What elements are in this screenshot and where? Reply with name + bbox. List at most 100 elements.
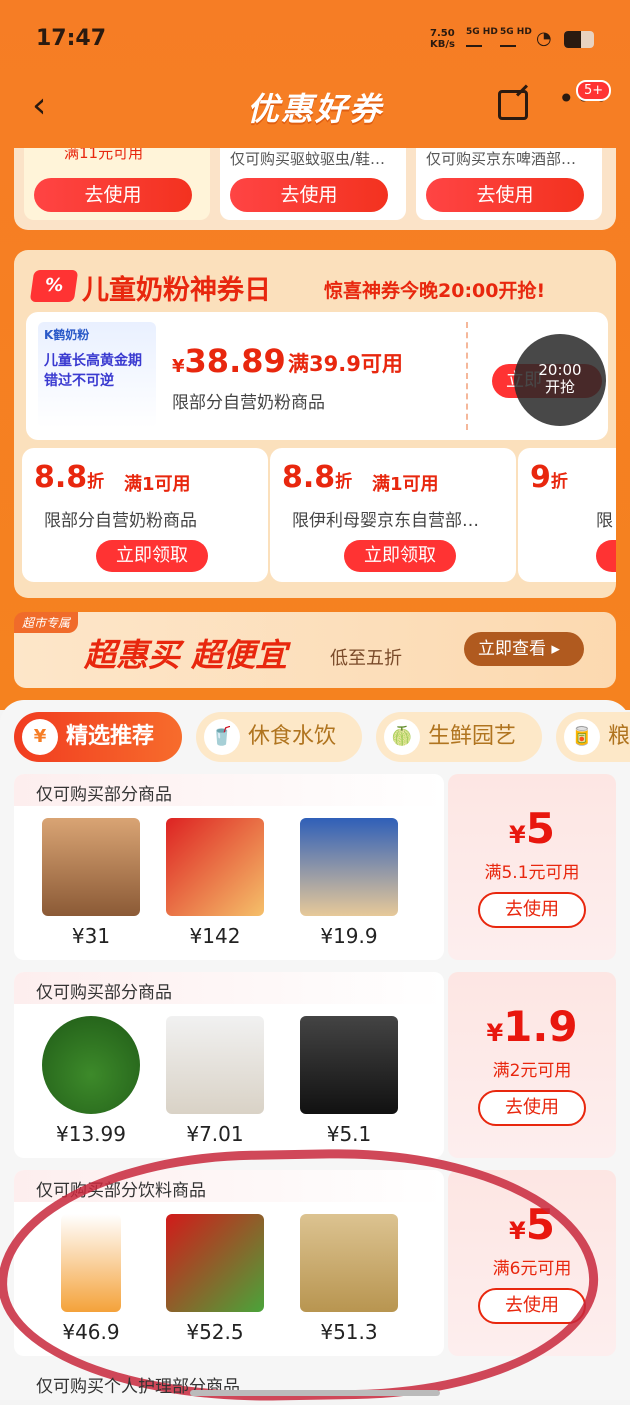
coupon-condition: 满2元可用 (492, 1061, 572, 1081)
signal-1-label: 5G HD (466, 27, 498, 37)
supermarket-sub: 低至五折 (330, 648, 402, 669)
signal-2: 5G HD (500, 28, 532, 50)
product-price: ¥7.01 (186, 1122, 244, 1146)
use-button[interactable]: 去使用 (478, 892, 586, 928)
milk-section-hint: 惊喜神券今晚20:00开抢! (324, 280, 546, 302)
coupon-row: 仅可购买部分商品 ¥31 ¥142 ¥19.9 ¥5 满5.1元可用 去使用 (14, 774, 616, 960)
coupon-value-panel: ¥5 满5.1元可用 去使用 (448, 774, 616, 960)
product-item[interactable]: ¥5.1 (294, 1016, 404, 1156)
tab-featured[interactable]: ¥ 精选推荐 (14, 712, 182, 762)
discount-value: 9折 (530, 460, 568, 495)
claim-button[interactable]: 立即领取 (96, 540, 208, 572)
tab-label: 生鲜园艺 (428, 724, 517, 749)
net-speed: 7.50 KB/s (430, 28, 455, 50)
product-item[interactable]: ¥31 (36, 818, 146, 958)
top-coupon-card: 仅可购买驱蚊驱虫/鞋… 去使用 (220, 148, 406, 220)
use-button[interactable]: 去使用 (34, 178, 192, 212)
supermarket-tag: 超市专属 (14, 612, 79, 633)
product-price: ¥142 (189, 924, 241, 948)
use-button[interactable]: 去使用 (478, 1090, 586, 1126)
signal-2-label: 5G HD (500, 27, 532, 37)
product-item[interactable]: ¥7.01 (160, 1016, 270, 1156)
supermarket-slogan: 超惠买 超便宜 (84, 636, 288, 674)
product-image (300, 818, 398, 916)
net-speed-unit: KB/s (430, 39, 455, 50)
top-coupon-desc: 满11元可用 (64, 148, 144, 162)
claim-button[interactable]: 立即领取 (344, 540, 456, 572)
supermarket-banner[interactable]: 超市专属 超惠买 超便宜 低至五折 立即查看 ▸ (14, 612, 616, 688)
coupon-amount-value: 5 (525, 804, 555, 853)
percent-icon: % (29, 270, 79, 302)
durian-icon: 🍈 (384, 719, 420, 755)
discount-number: 8.8 (34, 460, 88, 495)
coupon-condition: 满5.1元可用 (484, 863, 580, 883)
coupon-condition: 满1可用 (372, 474, 439, 495)
use-button[interactable]: 去使用 (230, 178, 388, 212)
drink-icon: 🥤 (204, 719, 240, 755)
signal-1: 5G HD (466, 28, 498, 50)
wifi-icon: ◔ (536, 28, 552, 49)
tab-label: 粮 (608, 724, 630, 749)
coupon-scope-label: 仅可购买部分商品 (36, 983, 172, 1003)
view-now-button[interactable]: 立即查看 ▸ (464, 632, 584, 666)
tab-grain[interactable]: 🥫 粮 (556, 712, 630, 762)
coupon-limit: 限伊利母婴京东自营部… (292, 511, 479, 531)
product-image (42, 818, 140, 916)
milk-big-coupon: K鹤奶粉 儿童长高黄金期 错过不可逆 ¥38.89 满39.9可用 限部分自营奶… (26, 312, 608, 440)
coupon-row: 仅可购买部分商品 ¥13.99 ¥7.01 ¥5.1 ¥1.9 满2元可用 去使… (14, 972, 616, 1158)
nav-bar: ‹ 优惠好券 ••• (0, 76, 630, 138)
coupon-amount-value: 1.9 (503, 1002, 578, 1051)
product-image (300, 1016, 398, 1114)
milk-product-image: K鹤奶粉 儿童长高黄金期 错过不可逆 (38, 322, 156, 428)
discount-number: 8.8 (282, 460, 336, 495)
coupon-products[interactable]: 仅可购买部分商品 ¥13.99 ¥7.01 ¥5.1 (14, 972, 444, 1158)
product-item[interactable]: ¥13.99 (36, 1016, 146, 1156)
share-icon[interactable] (498, 90, 528, 120)
coupon-limit: 限部分自营奶粉商品 (172, 393, 325, 413)
coupon-amount: ¥1.9 (486, 1002, 578, 1051)
coupon-condition: 满39.9可用 (288, 352, 403, 376)
home-indicator[interactable] (190, 1390, 440, 1396)
milk-small-coupon: 8.8折 满1可用 限部分自营奶粉商品 立即领取 (22, 448, 268, 582)
tab-fresh-garden[interactable]: 🍈 生鲜园艺 (376, 712, 542, 762)
product-brand: K鹤奶粉 (44, 328, 90, 342)
discount-unit: 折 (335, 472, 353, 492)
currency-symbol: ¥ (172, 356, 185, 377)
discount-value: 8.8折 (34, 460, 104, 495)
use-button[interactable]: 去使用 (426, 178, 584, 212)
top-coupon-card: 满11元可用 去使用 (24, 148, 210, 220)
coupon-amount-value: 38.89 (184, 342, 286, 380)
can-icon: 🥫 (564, 719, 600, 755)
product-slogan-2: 错过不可逆 (44, 373, 114, 389)
discount-unit: 折 (87, 472, 105, 492)
yen-icon: ¥ (22, 719, 58, 755)
top-coupon-card: 仅可购买京东啤酒部… 去使用 (416, 148, 602, 220)
net-speed-value: 7.50 (430, 28, 455, 39)
annotation-circle (0, 1144, 601, 1405)
tab-snacks-drinks[interactable]: 🥤 休食水饮 (196, 712, 362, 762)
top-coupon-desc: 仅可购买京东啤酒部… (426, 150, 577, 168)
milk-coupon-section: % 儿童奶粉神券日 惊喜神券今晚20:00开抢! K鹤奶粉 儿童长高黄金期 错过… (14, 250, 616, 598)
coupon-value-panel: ¥1.9 满2元可用 去使用 (448, 972, 616, 1158)
coupon-divider (466, 322, 468, 430)
product-price: ¥19.9 (320, 924, 378, 948)
coupon-condition: 满1可用 (124, 474, 191, 495)
product-price: ¥31 (71, 924, 111, 948)
product-item[interactable]: ¥19.9 (294, 818, 404, 958)
coupon-products[interactable]: 仅可购买部分商品 ¥31 ¥142 ¥19.9 (14, 774, 444, 960)
countdown-overlay: 20:00 开抢 (514, 334, 606, 426)
product-price: ¥13.99 (56, 1122, 126, 1146)
coupon-amount: ¥5 (509, 804, 555, 853)
countdown-time: 20:00 (538, 361, 582, 379)
milk-small-coupon: 8.8折 满1可用 限伊利母婴京东自营部… 立即领取 (270, 448, 516, 582)
coupon-limit: 限 (596, 511, 613, 531)
coupon-scope-label: 仅可购买部分商品 (36, 785, 172, 805)
claim-button[interactable]: 立 (596, 540, 616, 572)
top-coupon-strip: 满11元可用 去使用 仅可购买驱蚊驱虫/鞋… 去使用 仅可购买京东啤酒部… 去使… (14, 148, 616, 230)
product-item[interactable]: ¥142 (160, 818, 270, 958)
countdown-label: 开抢 (544, 378, 575, 396)
view-now-label: 立即查看 (478, 639, 546, 659)
signal-2-icon (500, 37, 516, 47)
discount-value: 8.8折 (282, 460, 352, 495)
status-bar: 17:47 7.50 KB/s 5G HD 5G HD ◔ (0, 0, 630, 76)
